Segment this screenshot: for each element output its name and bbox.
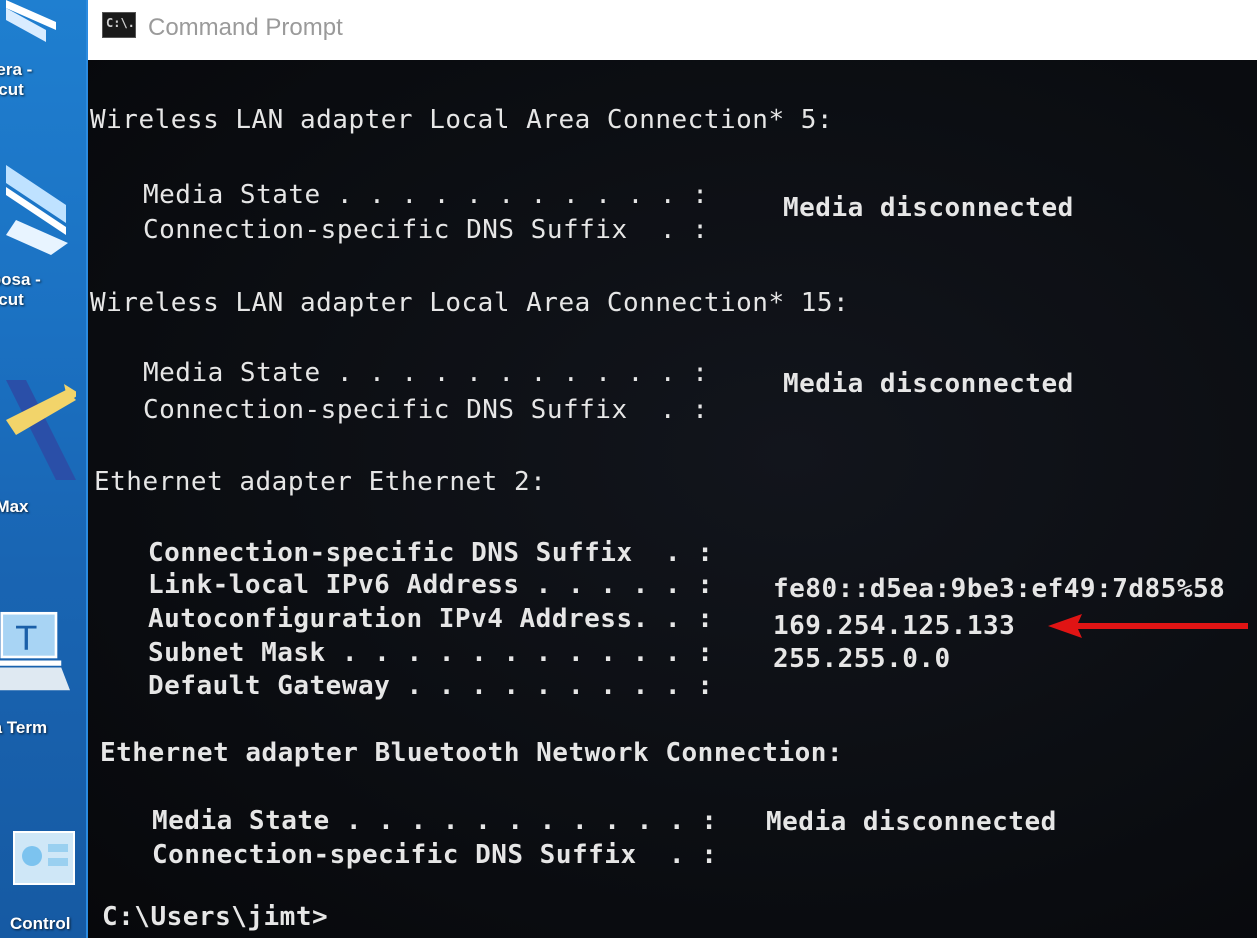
mariposa-shortcut-label[interactable]: iposa -rtcut <box>0 270 41 310</box>
adapter-header: Ethernet adapter Bluetooth Network Conne… <box>100 738 844 768</box>
tera-term-icon[interactable]: T <box>0 600 70 700</box>
console-row-value: fe80::d5ea:9be3:ef49:7d85%58 <box>773 574 1226 604</box>
console-row-label: Connection-specific DNS Suffix . : <box>148 538 714 568</box>
console-row-label: Media State . . . . . . . . . . . : <box>143 180 709 210</box>
title-bar[interactable]: C:\. Command Prompt <box>88 0 1257 60</box>
console-row-label: Link-local IPv6 Address . . . . . : <box>148 570 714 600</box>
madera-shortcut-label[interactable]: dera -rtcut <box>0 60 32 100</box>
console-row-label: Default Gateway . . . . . . . . . : <box>148 671 714 701</box>
adapter-header: Ethernet adapter Ethernet 2: <box>94 467 547 497</box>
tera-term-label[interactable]: ra Term <box>0 718 47 738</box>
console-row-label: Autoconfiguration IPv4 Address. . : <box>148 604 714 634</box>
fullmax-icon[interactable] <box>6 380 76 490</box>
console-row-label: Subnet Mask . . . . . . . . . . . : <box>148 638 714 668</box>
console-output[interactable]: Wireless LAN adapter Local Area Connecti… <box>88 60 1257 938</box>
adapter-header: Wireless LAN adapter Local Area Connecti… <box>90 288 850 318</box>
console-row-label: Connection-specific DNS Suffix . : <box>143 215 709 245</box>
mariposa-shortcut-icon[interactable] <box>6 165 76 255</box>
console-row-value: 255.255.0.0 <box>773 644 951 674</box>
desktop-strip: dera -rtcut iposa -rtcut llMax T ra Term… <box>0 0 86 938</box>
command-prompt-line[interactable]: C:\Users\jimt> <box>102 902 328 932</box>
console-row-label: Connection-specific DNS Suffix . : <box>152 840 718 870</box>
console-row-value: Media disconnected <box>783 193 1074 223</box>
control-panel-label[interactable]: Control <box>10 914 70 934</box>
control-panel-icon[interactable] <box>10 820 80 900</box>
fullmax-label[interactable]: llMax <box>0 497 29 517</box>
console-row-value: Media disconnected <box>783 369 1074 399</box>
svg-text:T: T <box>15 619 37 658</box>
madera-shortcut-icon[interactable] <box>6 0 76 50</box>
window-title: Command Prompt <box>148 14 343 41</box>
adapter-header: Wireless LAN adapter Local Area Connecti… <box>90 105 834 135</box>
cmd-app-icon: C:\. <box>102 12 136 38</box>
command-prompt-window[interactable]: C:\. Command Prompt Wireless LAN adapter… <box>86 0 1257 938</box>
console-row-value: Media disconnected <box>766 807 1057 837</box>
console-row-label: Media State . . . . . . . . . . . : <box>143 358 709 388</box>
console-row-label: Connection-specific DNS Suffix . : <box>143 395 709 425</box>
annotation-arrow-icon <box>1048 614 1248 638</box>
console-row-label: Media State . . . . . . . . . . . : <box>152 806 718 836</box>
ipv4-address-value: 169.254.125.133 <box>773 611 1016 641</box>
